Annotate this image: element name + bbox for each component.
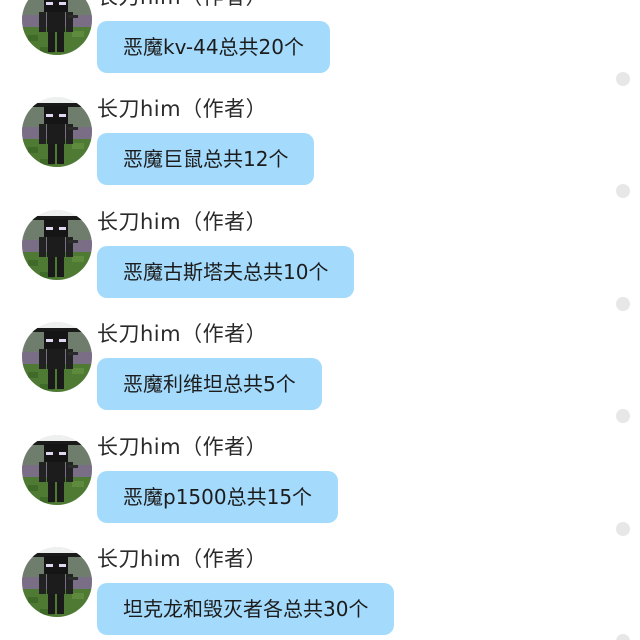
chat-message-list[interactable]: 长刀him（作者） 恶魔kv-44总共20个 长刀him（作者） 恶魔巨鼠总共1… xyxy=(0,0,640,640)
chat-message: 长刀him（作者） 恶魔利维坦总共5个 xyxy=(0,322,640,434)
sender-name[interactable]: 长刀him（作者） xyxy=(97,0,267,11)
message-bubble[interactable]: 恶魔p1500总共15个 xyxy=(97,471,339,523)
read-status-dot-icon xyxy=(616,634,630,640)
message-bubble[interactable]: 恶魔古斯塔夫总共10个 xyxy=(97,246,355,298)
read-status-dot-icon xyxy=(616,522,630,536)
user-avatar-icon[interactable] xyxy=(22,210,92,280)
message-bubble[interactable]: 恶魔利维坦总共5个 xyxy=(97,358,322,410)
read-status-dot-icon xyxy=(616,409,630,423)
message-bubble[interactable]: 恶魔kv-44总共20个 xyxy=(97,21,330,73)
read-status-dot-icon xyxy=(616,72,630,86)
sender-name[interactable]: 长刀him（作者） xyxy=(97,433,267,461)
chat-message: 长刀him（作者） 恶魔古斯塔夫总共10个 xyxy=(0,210,640,322)
message-bubble[interactable]: 坦克龙和毁灭者各总共30个 xyxy=(97,583,395,635)
user-avatar-icon[interactable] xyxy=(22,0,92,55)
chat-message: 长刀him（作者） 恶魔p1500总共15个 xyxy=(0,435,640,547)
sender-name[interactable]: 长刀him（作者） xyxy=(97,95,267,123)
sender-name[interactable]: 长刀him（作者） xyxy=(97,545,267,573)
user-avatar-icon[interactable] xyxy=(22,97,92,167)
chat-message: 长刀him（作者） 恶魔巨鼠总共12个 xyxy=(0,97,640,209)
sender-name[interactable]: 长刀him（作者） xyxy=(97,208,267,236)
message-bubble[interactable]: 恶魔巨鼠总共12个 xyxy=(97,133,315,185)
user-avatar-icon[interactable] xyxy=(22,435,92,505)
user-avatar-icon[interactable] xyxy=(22,547,92,617)
read-status-dot-icon xyxy=(616,184,630,198)
sender-name[interactable]: 长刀him（作者） xyxy=(97,320,267,348)
chat-message: 长刀him（作者） 坦克龙和毁灭者各总共30个 xyxy=(0,547,640,640)
read-status-dot-icon xyxy=(616,297,630,311)
chat-message: 长刀him（作者） 恶魔kv-44总共20个 xyxy=(0,0,640,97)
user-avatar-icon[interactable] xyxy=(22,322,92,392)
